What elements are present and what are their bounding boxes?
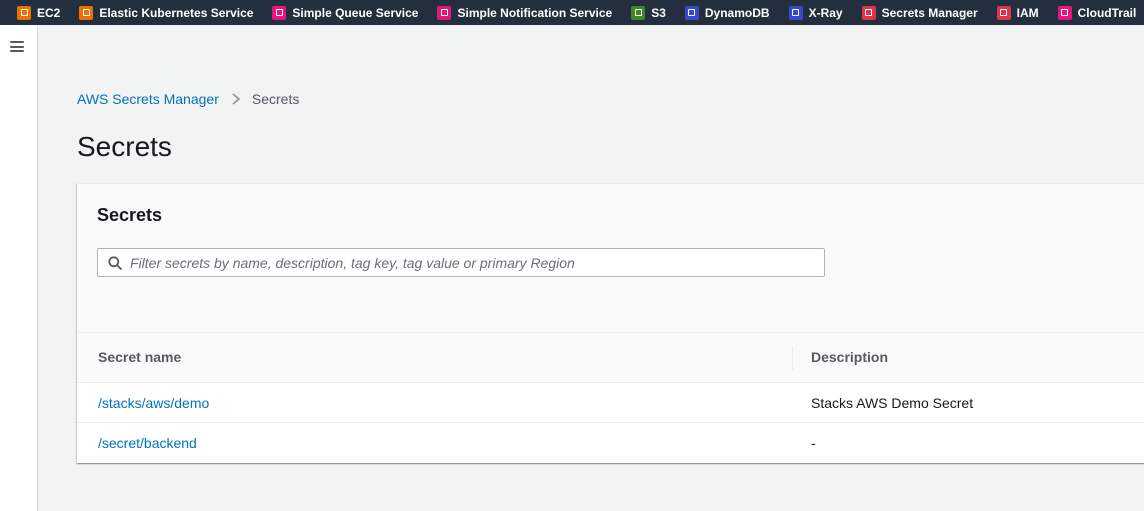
favorite-label: Secrets Manager (881, 5, 978, 20)
breadcrumb-current: Secrets (251, 91, 300, 107)
panel-title: Secrets (97, 205, 163, 225)
search-input[interactable]: Filter secrets by name, description, tag… (97, 248, 825, 277)
favorite-sns[interactable]: Simple Notification Service (437, 0, 612, 25)
sns-icon (437, 5, 452, 20)
favorite-label: DynamoDB (704, 5, 770, 20)
search-icon (108, 255, 122, 270)
breadcrumb-secrets-manager-link[interactable]: AWS Secrets Manager (77, 91, 219, 107)
favorite-s3[interactable]: S3 (631, 0, 666, 25)
panel-header: Secrets Filter secrets by name, descript… (77, 184, 1144, 333)
side-navigation-rail (0, 25, 38, 511)
favorite-label: X-Ray (808, 5, 843, 20)
page-title: Secrets (77, 131, 172, 162)
favorite-dynamodb[interactable]: DynamoDB (684, 0, 770, 25)
cloudtrail-icon (1057, 5, 1072, 20)
sqs-icon (272, 5, 287, 20)
secret-name-link[interactable]: /stacks/aws/demo (98, 395, 209, 411)
breadcrumb: AWS Secrets Manager Secrets (77, 91, 299, 107)
search-placeholder: Filter secrets by name, description, tag… (130, 254, 575, 271)
table-header-row: Secret name Description (77, 333, 1144, 383)
column-divider (792, 346, 793, 370)
favorites-bar: EC2 Elastic Kubernetes Service Simple Qu… (0, 0, 1144, 25)
favorite-label: Simple Notification Service (457, 5, 613, 20)
s3-icon (631, 5, 646, 20)
xray-icon (788, 5, 803, 20)
iam-icon (996, 5, 1011, 20)
chevron-right-icon (232, 93, 241, 105)
favorite-label: CloudTrail (1077, 5, 1137, 20)
table-row: /secret/backend - (77, 423, 1144, 463)
secrets-manager-icon (861, 5, 876, 20)
column-header-description[interactable]: Description (811, 349, 888, 365)
favorite-label: Elastic Kubernetes Service (99, 5, 254, 20)
ec2-icon (17, 5, 31, 20)
secret-name-link[interactable]: /secret/backend (98, 435, 197, 451)
favorite-iam[interactable]: IAM (996, 0, 1039, 25)
eks-icon (79, 5, 94, 20)
secrets-table-panel: Secrets Filter secrets by name, descript… (77, 183, 1144, 463)
favorite-secrets-manager[interactable]: Secrets Manager (861, 0, 978, 25)
favorite-label: S3 (651, 5, 666, 20)
table-row: /stacks/aws/demo Stacks AWS Demo Secret (77, 383, 1144, 423)
favorite-sqs[interactable]: Simple Queue Service (272, 0, 418, 25)
secret-description: Stacks AWS Demo Secret (811, 395, 974, 411)
favorite-label: IAM (1016, 5, 1039, 20)
dynamodb-icon (684, 5, 699, 20)
favorite-ec2[interactable]: EC2 (17, 0, 60, 25)
favorite-label: EC2 (37, 5, 61, 20)
menu-icon[interactable] (10, 41, 24, 52)
favorite-label: Simple Queue Service (292, 5, 419, 20)
favorite-xray[interactable]: X-Ray (788, 0, 843, 25)
secret-description: - (811, 435, 816, 451)
column-header-secret-name[interactable]: Secret name (98, 349, 181, 365)
favorite-cloudtrail[interactable]: CloudTrail (1057, 0, 1137, 25)
favorite-eks[interactable]: Elastic Kubernetes Service (79, 0, 253, 25)
